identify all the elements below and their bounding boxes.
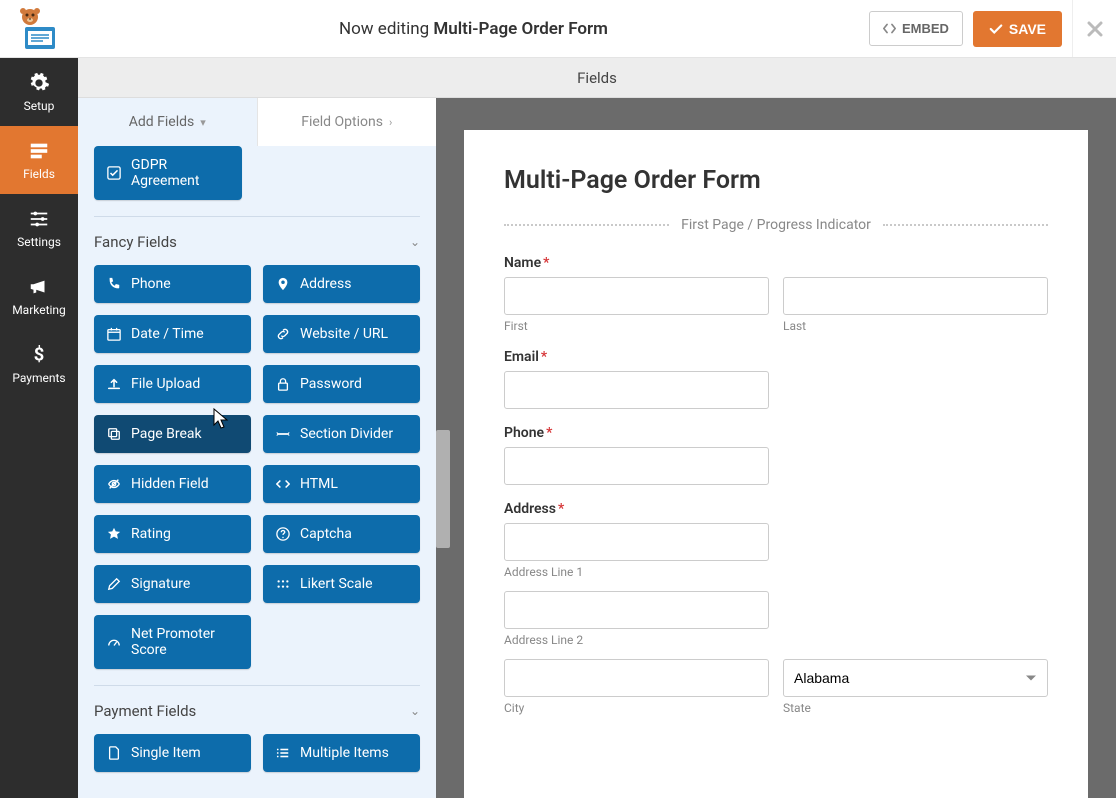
progress-indicator: First Page / Progress Indicator: [504, 217, 1048, 233]
form-preview[interactable]: Multi-Page Order Form First Page / Progr…: [464, 130, 1088, 798]
input-last-name[interactable]: [783, 277, 1048, 315]
sliders-icon: [28, 208, 50, 230]
tab-add-fields[interactable]: Add Fields ▾: [78, 98, 257, 146]
bullhorn-icon: [28, 276, 50, 298]
check-icon: [989, 22, 1003, 36]
sublabel-line1: Address Line 1: [504, 565, 769, 579]
label-name: Name*: [504, 255, 1048, 271]
chevron-down-icon: ⌄: [410, 704, 420, 718]
field-net-promoter-score[interactable]: Net Promoter Score: [94, 615, 251, 669]
label-phone: Phone*: [504, 425, 1048, 441]
svg-text:$: $: [34, 344, 45, 365]
field-html[interactable]: HTML: [263, 465, 420, 503]
input-address-line2[interactable]: [504, 591, 769, 629]
field-password[interactable]: Password: [263, 365, 420, 403]
sublabel-state: State: [783, 701, 1048, 715]
field-name: Name* First Last: [504, 255, 1048, 333]
field-signature[interactable]: Signature: [94, 565, 251, 603]
select-state[interactable]: [783, 659, 1048, 697]
field-gdpr-agreement[interactable]: GDPR Agreement: [94, 146, 242, 200]
link-icon: [276, 327, 290, 341]
field-likert-scale[interactable]: Likert Scale: [263, 565, 420, 603]
field-email: Email*: [504, 349, 1048, 409]
app-logo: [0, 7, 78, 51]
calendar-icon: [107, 327, 121, 341]
label-email: Email*: [504, 349, 1048, 365]
field-address: Address* Address Line 1 Address Line 2 C…: [504, 501, 1048, 715]
form-icon: [28, 140, 50, 162]
input-city[interactable]: [504, 659, 769, 697]
input-phone[interactable]: [504, 447, 769, 485]
fields-panel: Add Fields ▾ Field Options › GDPR Agreem…: [78, 98, 436, 798]
field-file-upload[interactable]: File Upload: [94, 365, 251, 403]
section-payment-fields[interactable]: Payment Fields ⌄: [94, 685, 420, 734]
pencil-icon: [107, 577, 121, 591]
field-website-url[interactable]: Website / URL: [263, 315, 420, 353]
section-fancy-fields[interactable]: Fancy Fields ⌄: [94, 216, 420, 265]
star-icon: [107, 527, 121, 541]
nav-setup[interactable]: Setup: [0, 58, 78, 126]
dollar-icon: $: [28, 344, 50, 366]
form-title: Multi-Page Order Form: [504, 166, 1048, 195]
field-phone[interactable]: Phone: [94, 265, 251, 303]
field-captcha[interactable]: Captcha: [263, 515, 420, 553]
input-email[interactable]: [504, 371, 769, 409]
pin-icon: [276, 277, 290, 291]
dots-icon: [276, 577, 290, 591]
label-address: Address*: [504, 501, 1048, 517]
field-phone: Phone*: [504, 425, 1048, 485]
left-nav: Setup Fields Settings Marketing $ Paymen…: [0, 58, 78, 798]
code-icon: [276, 477, 290, 491]
input-first-name[interactable]: [504, 277, 769, 315]
copy-icon: [107, 427, 121, 441]
field-hidden-field[interactable]: Hidden Field: [94, 465, 251, 503]
question-icon: [276, 527, 290, 541]
field-rating[interactable]: Rating: [94, 515, 251, 553]
preview-area: Multi-Page Order Form First Page / Progr…: [436, 98, 1116, 798]
embed-button[interactable]: EMBED: [869, 11, 963, 46]
lock-icon: [276, 377, 290, 391]
chevron-right-icon: ›: [389, 116, 392, 129]
file-icon: [107, 746, 121, 760]
preview-scrollbar[interactable]: [436, 430, 450, 548]
header-title: Now editing Multi-Page Order Form: [78, 19, 869, 39]
sublabel-line2: Address Line 2: [504, 633, 769, 647]
tab-field-options[interactable]: Field Options ›: [257, 98, 437, 146]
field-date-time[interactable]: Date / Time: [94, 315, 251, 353]
code-icon: [883, 22, 896, 35]
check-square-icon: [107, 166, 121, 180]
nav-payments[interactable]: $ Payments: [0, 330, 78, 398]
field-page-break[interactable]: Page Break: [94, 415, 251, 453]
input-address-line1[interactable]: [504, 523, 769, 561]
sublabel-last: Last: [783, 319, 1048, 333]
header: Now editing Multi-Page Order Form EMBED …: [0, 0, 1116, 58]
list-icon: [276, 746, 290, 760]
nav-marketing[interactable]: Marketing: [0, 262, 78, 330]
nav-fields[interactable]: Fields: [0, 126, 78, 194]
field-multiple-items[interactable]: Multiple Items: [263, 734, 420, 772]
phone-icon: [107, 277, 121, 291]
chevron-down-icon: ▾: [200, 116, 206, 129]
gauge-icon: [107, 635, 121, 649]
eye-off-icon: [107, 477, 121, 491]
nav-settings[interactable]: Settings: [0, 194, 78, 262]
close-button[interactable]: [1072, 0, 1116, 57]
gear-icon: [28, 72, 50, 94]
sublabel-city: City: [504, 701, 769, 715]
save-button[interactable]: SAVE: [973, 11, 1062, 47]
sublabel-first: First: [504, 319, 769, 333]
hr-icon: [276, 427, 290, 441]
field-section-divider[interactable]: Section Divider: [263, 415, 420, 453]
field-single-item[interactable]: Single Item: [94, 734, 251, 772]
upload-icon: [107, 377, 121, 391]
field-address[interactable]: Address: [263, 265, 420, 303]
chevron-down-icon: ⌄: [410, 235, 420, 249]
fields-header: Fields: [78, 58, 1116, 98]
close-icon: [1087, 21, 1103, 37]
